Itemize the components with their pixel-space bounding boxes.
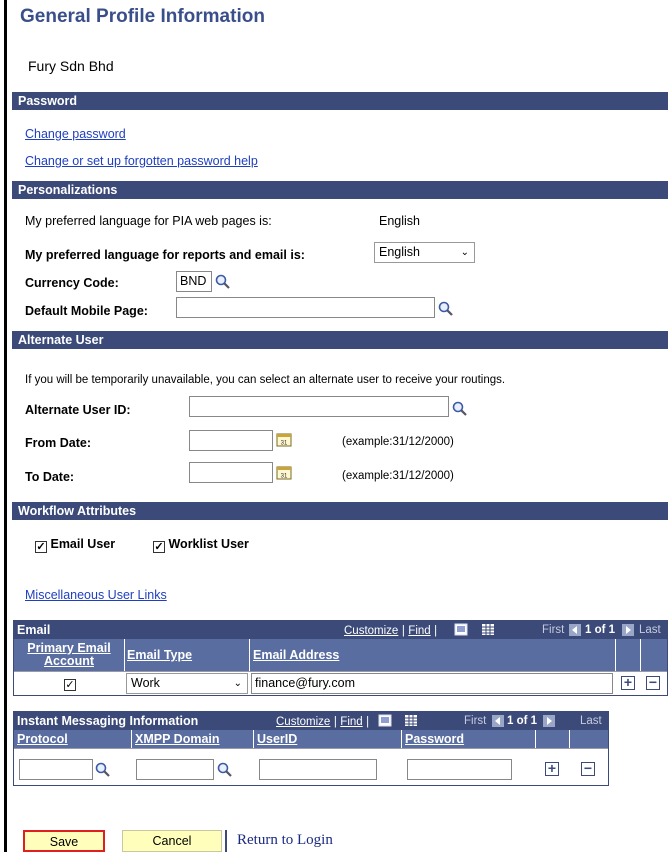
report-language-label: My preferred language for reports and em… <box>25 248 305 262</box>
svg-text:31: 31 <box>281 474 288 480</box>
search-icon[interactable] <box>437 300 455 318</box>
change-password-link[interactable]: Change password <box>25 127 126 141</box>
next-icon[interactable] <box>622 624 634 636</box>
cancel-button[interactable]: Cancel <box>122 830 222 852</box>
column-protocol[interactable]: Protocol <box>14 730 132 748</box>
delete-row-icon[interactable]: − <box>646 675 660 690</box>
column-email-address[interactable]: Email Address <box>250 639 616 671</box>
search-icon[interactable] <box>94 761 112 779</box>
svg-text:31: 31 <box>281 441 288 447</box>
report-language-value: English <box>379 245 420 259</box>
to-date-input[interactable] <box>189 462 273 483</box>
worklist-user-checkbox-row[interactable]: ✓ Worklist User <box>153 537 249 553</box>
forgotten-password-help-link[interactable]: Change or set up forgotten password help <box>25 154 258 168</box>
calendar-icon[interactable]: 31 <box>276 432 292 447</box>
save-button[interactable]: Save <box>23 830 105 852</box>
column-userid[interactable]: UserID <box>254 730 402 748</box>
email-customize-link[interactable]: Customize <box>344 625 398 637</box>
protocol-input[interactable] <box>19 759 93 780</box>
email-grid-header: Email Customize | Find | First 1 of 1 La… <box>14 621 667 639</box>
report-language-select[interactable]: English ⌄ <box>374 242 475 263</box>
column-password[interactable]: Password <box>402 730 536 748</box>
alternate-user-id-input[interactable] <box>189 396 449 417</box>
column-xmpp-domain[interactable]: XMPP Domain <box>132 730 254 748</box>
currency-code-input[interactable]: BND <box>176 271 212 292</box>
alternate-user-id-label: Alternate User ID: <box>25 403 131 417</box>
xmpp-domain-input[interactable] <box>136 759 214 780</box>
download-grid-icon[interactable] <box>404 714 418 727</box>
default-mobile-page-input[interactable] <box>176 297 435 318</box>
currency-code-label: Currency Code: <box>25 276 119 290</box>
column-add <box>536 730 570 748</box>
userid-input[interactable] <box>259 759 377 780</box>
column-primary-email-account[interactable]: Primary Email Account <box>14 639 125 671</box>
primary-email-checkbox[interactable]: ✓ <box>64 679 76 691</box>
worklist-user-checkbox[interactable]: ✓ <box>153 541 165 553</box>
email-type-select[interactable]: Work ⌄ <box>126 673 248 694</box>
pia-language-value: English <box>379 214 420 228</box>
to-date-label: To Date: <box>25 470 75 484</box>
calendar-icon[interactable]: 31 <box>276 465 292 480</box>
column-email-type[interactable]: Email Type <box>125 639 250 671</box>
alternate-user-info: If you will be temporarily unavailable, … <box>25 374 506 386</box>
im-first-label: First <box>464 715 487 727</box>
search-icon[interactable] <box>216 761 234 779</box>
email-find-link[interactable]: Find <box>408 625 430 637</box>
password-section-header: Password <box>12 92 668 110</box>
search-icon[interactable] <box>214 273 232 291</box>
alternate-user-section-header: Alternate User <box>12 331 668 349</box>
email-type-value: Work <box>131 676 160 690</box>
delete-row-icon[interactable]: − <box>581 761 595 776</box>
add-row-icon[interactable]: + <box>621 675 635 690</box>
company-name: Fury Sdn Bhd <box>28 58 114 74</box>
default-mobile-page-label: Default Mobile Page: <box>25 304 148 318</box>
im-last-label: Last <box>580 715 602 727</box>
column-delete <box>641 639 667 671</box>
chevron-down-icon: ⌄ <box>460 247 469 258</box>
email-first-label: First <box>542 624 565 636</box>
im-grid-header: Instant Messaging Information Customize … <box>14 712 608 730</box>
column-delete <box>570 730 608 748</box>
worklist-user-label: Worklist User <box>168 537 249 551</box>
from-date-example: (example:31/12/2000) <box>342 436 454 448</box>
page-frame-border <box>4 0 7 852</box>
from-date-label: From Date: <box>25 436 91 450</box>
email-range: 1 of 1 <box>585 624 616 636</box>
email-last-label: Last <box>639 624 661 636</box>
email-user-checkbox-row[interactable]: ✓ Email User <box>35 537 115 553</box>
return-to-login-link[interactable]: Return to Login <box>237 832 333 849</box>
email-address-input[interactable]: finance@fury.com <box>251 673 613 694</box>
table-row: + − <box>14 748 608 786</box>
column-add <box>616 639 641 671</box>
previous-icon[interactable] <box>569 624 581 636</box>
search-icon[interactable] <box>451 400 469 418</box>
view-all-icon[interactable] <box>378 714 392 727</box>
pia-language-label: My preferred language for PIA web pages … <box>25 214 272 228</box>
download-grid-icon[interactable] <box>481 623 495 636</box>
to-date-example: (example:31/12/2000) <box>342 470 454 482</box>
table-row: ✓ Work ⌄ finance@fury.com + − <box>14 671 667 696</box>
email-user-label: Email User <box>50 537 116 551</box>
button-divider <box>225 830 227 852</box>
email-grid: Email Customize | Find | First 1 of 1 La… <box>13 620 668 696</box>
misc-user-links-link[interactable]: Miscellaneous User Links <box>25 588 167 602</box>
from-date-input[interactable] <box>189 430 273 451</box>
im-grid: Instant Messaging Information Customize … <box>13 711 609 786</box>
im-grid-title: Instant Messaging Information <box>17 714 199 728</box>
previous-icon[interactable] <box>492 715 504 727</box>
email-grid-title: Email <box>17 623 51 637</box>
next-icon[interactable] <box>543 715 555 727</box>
email-user-checkbox[interactable]: ✓ <box>35 541 47 553</box>
im-customize-link[interactable]: Customize <box>276 716 330 728</box>
im-range: 1 of 1 <box>507 715 538 727</box>
workflow-section-header: Workflow Attributes <box>12 502 668 520</box>
add-row-icon[interactable]: + <box>545 761 559 776</box>
view-all-icon[interactable] <box>454 623 468 636</box>
page-title: General Profile Information <box>20 6 265 27</box>
im-find-link[interactable]: Find <box>340 716 362 728</box>
chevron-down-icon: ⌄ <box>233 678 242 689</box>
password-input[interactable] <box>407 759 512 780</box>
personalizations-section-header: Personalizations <box>12 181 668 199</box>
